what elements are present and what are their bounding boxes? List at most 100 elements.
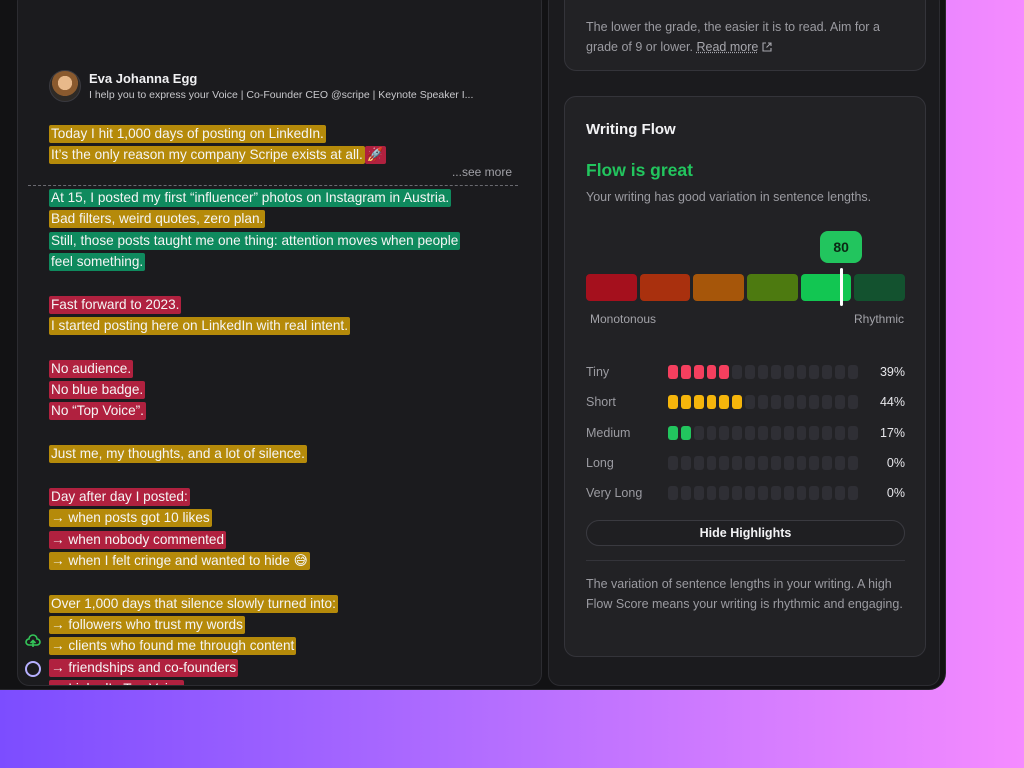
- meter-segment: [854, 274, 906, 301]
- avatar: [49, 70, 81, 102]
- side-icons: [25, 633, 41, 684]
- author-profile[interactable]: Eva Johanna Egg I help you to express yo…: [49, 70, 473, 102]
- distribution-dot: [796, 486, 807, 501]
- distribution-dot: [693, 486, 704, 501]
- highlighted-sentence[interactable]: → when I felt cringe and wanted to hide …: [49, 551, 310, 570]
- distribution-dot: [770, 456, 781, 471]
- distribution-label: Long: [586, 456, 614, 471]
- highlighted-sentence[interactable]: At 15, I posted my first “influencer” ph…: [49, 189, 452, 208]
- post-body[interactable]: Today I hit 1,000 days of posting on Lin…: [49, 124, 519, 685]
- distribution-dot: [758, 486, 768, 501]
- distribution-bar: [668, 425, 858, 440]
- highlighted-sentence[interactable]: Fast forward to 2023.: [49, 295, 182, 314]
- read-more-link[interactable]: Read more: [697, 40, 759, 54]
- distribution-dot: [783, 486, 794, 501]
- post-line: Today I hit 1,000 days of posting on Lin…: [49, 124, 519, 145]
- distribution-dot: [848, 456, 858, 471]
- post-line: [49, 273, 519, 294]
- distribution-percent: 44%: [879, 395, 905, 410]
- distribution-bar: [668, 365, 858, 380]
- distribution-dot: [835, 395, 846, 410]
- post-line: [49, 337, 519, 358]
- distribution-dot: [732, 456, 743, 471]
- distribution-dot: [745, 365, 756, 380]
- distribution-dot: [719, 365, 730, 380]
- highlighted-sentence[interactable]: feel something.: [49, 253, 146, 272]
- distribution-dot: [680, 365, 691, 380]
- post-line: Still, those posts taught me one thing: …: [49, 231, 519, 252]
- highlighted-sentence[interactable]: No “Top Voice”.: [49, 402, 146, 421]
- distribution-dot: [719, 425, 730, 440]
- post-line: → when I felt cringe and wanted to hide …: [49, 551, 519, 572]
- distribution-dot: [706, 365, 717, 380]
- distribution-dot: [848, 395, 858, 410]
- distribution-dot: [848, 365, 858, 380]
- highlighted-sentence[interactable]: Just me, my thoughts, and a lot of silen…: [49, 445, 307, 464]
- post-line: → friendships and co-founders: [49, 658, 519, 679]
- distribution-row: Tiny 39%: [586, 357, 905, 387]
- distribution-label: Tiny: [586, 365, 610, 380]
- distribution-dot: [809, 456, 820, 471]
- cloud-upload-icon[interactable]: [25, 633, 41, 649]
- post-line: Just me, my thoughts, and a lot of silen…: [49, 444, 519, 465]
- highlighted-sentence[interactable]: → clients who found me through content: [49, 637, 297, 656]
- post-line: → clients who found me through content: [49, 636, 519, 657]
- distribution-dot: [796, 395, 807, 410]
- distribution-dot: [848, 486, 858, 501]
- distribution-dot: [783, 395, 794, 410]
- post-line: [49, 423, 519, 444]
- distribution-dot: [719, 395, 730, 410]
- distribution-dot: [822, 486, 833, 501]
- highlighted-sentence[interactable]: → when posts got 10 likes: [49, 509, 212, 528]
- highlighted-sentence[interactable]: Still, those posts taught me one thing: …: [49, 231, 461, 250]
- highlighted-sentence[interactable]: Bad filters, weird quotes, zero plan.: [49, 210, 266, 229]
- distribution-row: Very Long 0%: [586, 478, 905, 508]
- flow-status: Flow is great: [586, 160, 693, 180]
- highlighted-sentence[interactable]: No blue badge.: [49, 381, 146, 400]
- distribution-row: Long 0%: [586, 448, 905, 478]
- distribution-dot: [783, 425, 794, 440]
- highlighted-sentence[interactable]: → followers who trust my words: [49, 615, 245, 634]
- distribution-label: Short: [586, 395, 616, 410]
- distribution-label: Medium: [586, 425, 631, 440]
- distribution-percent: 0%: [886, 486, 905, 501]
- distribution-dot: [680, 425, 691, 440]
- post-line: No “Top Voice”.: [49, 401, 519, 422]
- highlighted-sentence[interactable]: I started posting here on LinkedIn with …: [49, 317, 350, 336]
- meter-segment: [800, 274, 852, 301]
- post-line: feel something.: [49, 252, 519, 273]
- distribution-dot: [732, 486, 743, 501]
- highlighted-sentence[interactable]: Day after day I posted:: [49, 487, 190, 506]
- highlighted-sentence[interactable]: → when nobody commented: [49, 530, 227, 549]
- distribution-dot: [809, 365, 820, 380]
- distribution-dot: [706, 395, 717, 410]
- distribution-dot: [758, 365, 768, 380]
- distribution-percent: 39%: [879, 365, 905, 380]
- distribution-dot: [809, 486, 820, 501]
- distribution-dot: [680, 456, 691, 471]
- distribution-dot: [835, 486, 846, 501]
- external-link-icon[interactable]: [762, 42, 772, 52]
- distribution-bar: [668, 395, 858, 410]
- post-line: [49, 167, 519, 188]
- distribution-dot: [680, 395, 691, 410]
- distribution-dot: [770, 365, 781, 380]
- distribution-dot: [668, 395, 678, 410]
- post-line: Bad filters, weird quotes, zero plan.: [49, 209, 519, 230]
- highlighted-sentence[interactable]: → friendships and co-founders: [49, 658, 239, 677]
- post-line: → when nobody commented: [49, 530, 519, 551]
- highlighted-sentence[interactable]: → LinkedIn Top Voice: [49, 679, 185, 685]
- highlighted-sentence[interactable]: Over 1,000 days that silence slowly turn…: [49, 594, 338, 613]
- hide-highlights-button[interactable]: Hide Highlights: [586, 520, 905, 546]
- meter-segment: [693, 274, 745, 301]
- author-headline: I help you to express your Voice | Co-Fo…: [89, 89, 474, 101]
- meter-segment: [586, 274, 637, 301]
- flow-footer-text: The variation of sentence lengths in you…: [586, 577, 903, 611]
- highlighted-sentence[interactable]: No audience.: [49, 359, 134, 378]
- post-line: It’s the only reason my company Scripe e…: [49, 145, 519, 166]
- highlighted-sentence[interactable]: Today I hit 1,000 days of posting on Lin…: [49, 125, 326, 143]
- divider: [586, 560, 905, 561]
- distribution-dot: [732, 395, 743, 410]
- highlighted-sentence[interactable]: It’s the only reason my company Scripe e…: [49, 146, 365, 165]
- post-line: Day after day I posted:: [49, 487, 519, 508]
